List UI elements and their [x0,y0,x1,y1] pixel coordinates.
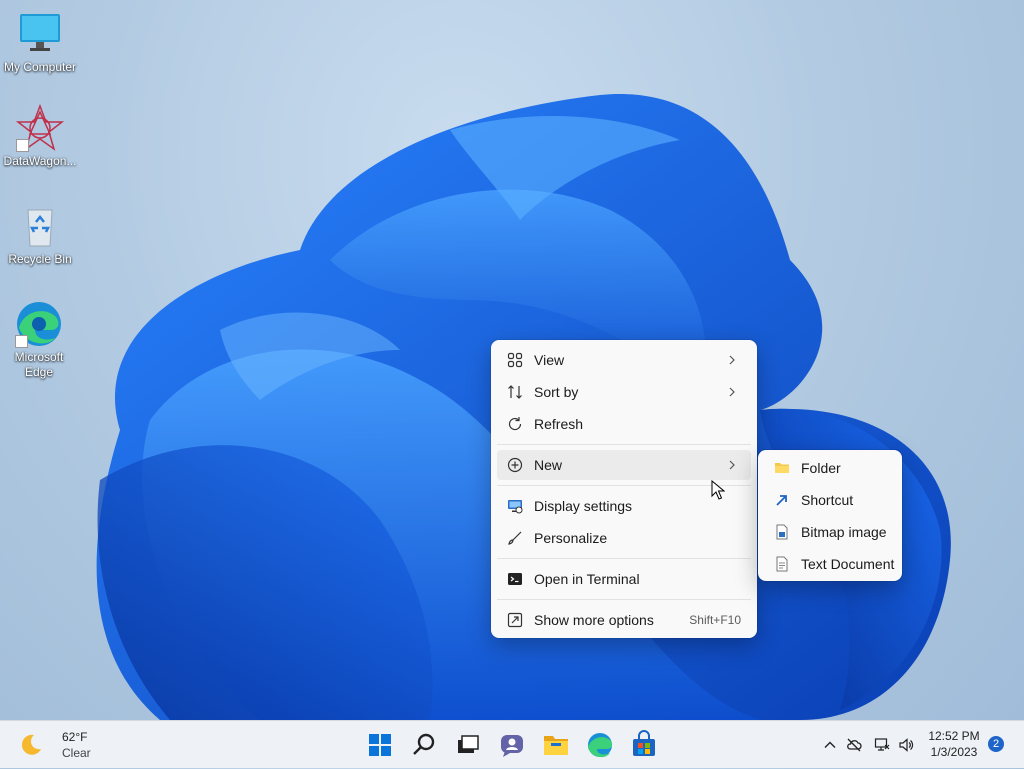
desktop-icon-label: Microsoft Edge [14,350,64,379]
chevron-right-icon [729,387,735,397]
chevron-right-icon [729,355,735,365]
keyboard-shortcut: Shift+F10 [689,613,741,627]
plus-circle-icon [507,457,523,473]
menu-item-label: Refresh [534,416,584,432]
menu-item-personalize[interactable]: Personalize [497,523,751,553]
chevron-right-icon [729,460,735,470]
submenu-item-label: Bitmap image [801,524,887,540]
desktop-icon-recycle-bin[interactable]: Recycle Bin [0,202,80,267]
clock[interactable]: 12:52 PM 1/3/2023 [924,728,984,760]
start-icon[interactable] [364,729,396,761]
moon-icon [21,734,41,755]
display-icon [508,500,523,514]
taskbar: 62°F Clear 12:52 PM 1/3/2023 [0,720,1024,768]
submenu-item-label: Text Document [801,556,895,572]
menu-separator [497,558,751,559]
menu-separator [497,599,751,600]
shortcut-arrow-icon [776,495,787,506]
menu-item-label: Personalize [534,530,608,546]
edge-icon [15,300,63,348]
store-icon[interactable] [628,729,660,761]
menu-item-label: Sort by [534,384,579,400]
datawagon-icon [15,103,65,152]
new-submenu: Folder Shortcut Bitmap image Text Docume… [758,450,902,581]
submenu-item-label: Shortcut [801,492,854,508]
chevron-up-icon[interactable] [822,737,838,753]
search-icon[interactable] [408,729,440,761]
desktop-icon-datawagon[interactable]: DataWagon... [0,103,80,169]
submenu-item-label: Folder [801,460,841,476]
edge-icon[interactable] [584,729,616,761]
desktop-icon-label: DataWagon... [3,154,77,168]
terminal-icon [508,573,522,585]
menu-item-label: New [534,457,563,473]
task-view-icon[interactable] [452,729,484,761]
network-icon[interactable] [874,737,890,753]
menu-item-sort-by[interactable]: Sort by [497,377,751,407]
menu-item-show-more-options[interactable]: Show more options Shift+F10 [497,605,751,635]
text-document-icon [776,556,788,572]
submenu-item-folder[interactable]: Folder [764,453,896,483]
mouse-cursor-icon [711,480,725,500]
clock-date: 1/3/2023 [930,745,978,759]
cloud-offline-icon[interactable] [846,737,862,753]
brush-icon [508,531,522,545]
volume-icon[interactable] [898,737,914,753]
grid-icon [507,352,523,368]
folder-icon [775,463,789,473]
chat-icon[interactable] [496,729,528,761]
recycle-bin-icon [16,202,64,250]
file-explorer-icon[interactable] [540,729,572,761]
menu-item-label: Display settings [534,498,633,514]
submenu-item-text-document[interactable]: Text Document [764,549,896,579]
submenu-item-bitmap-image[interactable]: Bitmap image [764,517,896,547]
monitor-icon [16,10,64,58]
more-options-icon [507,612,523,628]
clock-time: 12:52 PM [928,729,980,743]
menu-item-view[interactable]: View [497,345,751,375]
weather-widget[interactable]: 62°F Clear [10,721,120,769]
menu-item-label: Open in Terminal [534,571,640,587]
menu-item-open-in-terminal[interactable]: Open in Terminal [497,564,751,594]
menu-separator [497,444,751,445]
submenu-item-shortcut[interactable]: Shortcut [764,485,896,515]
notification-badge[interactable]: 2 [988,736,1004,752]
shortcut-overlay-icon [15,335,28,348]
menu-item-label: View [534,352,565,368]
menu-item-label: Show more options [534,612,654,628]
weather-condition: Clear [62,746,91,760]
refresh-icon [508,417,522,431]
desktop-icon-label: Recycle Bin [8,252,72,266]
weather-temperature: 62°F [62,730,88,744]
sort-icon [508,385,522,399]
desktop-icon-microsoft-edge[interactable]: Microsoft Edge [0,300,78,380]
menu-item-new[interactable]: New [497,450,751,480]
desktop-icon-my-computer[interactable]: My Computer [0,10,80,75]
menu-item-refresh[interactable]: Refresh [497,409,751,439]
shortcut-overlay-icon [16,139,29,152]
bitmap-icon [776,524,788,540]
desktop-icon-label: My Computer [3,60,77,74]
